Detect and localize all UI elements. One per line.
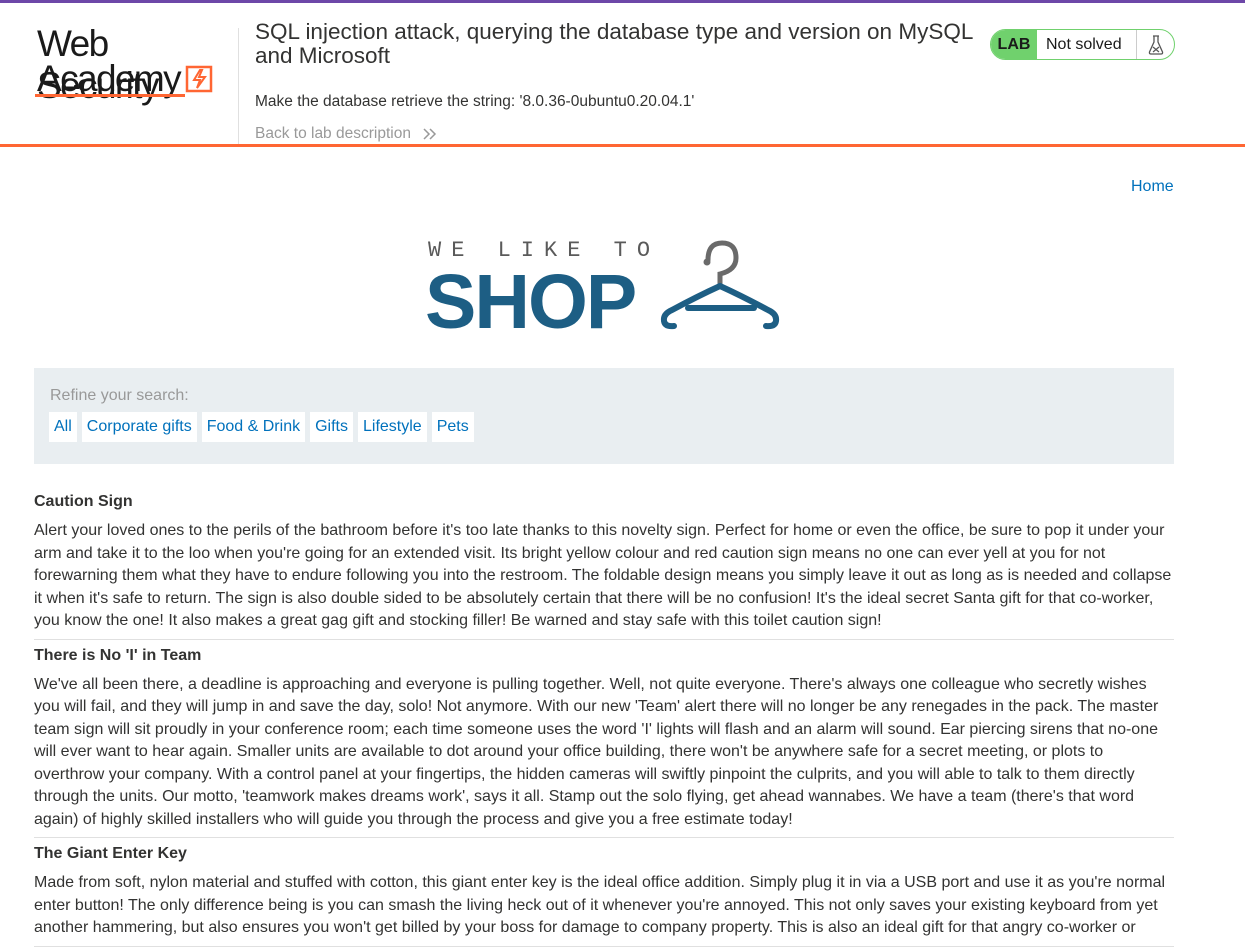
logo-bolt-icon [185, 65, 213, 93]
flask-icon [1137, 30, 1174, 59]
double-chevron-right-icon [423, 128, 437, 140]
product-title: Caution Sign [34, 493, 133, 510]
filter-lifestyle[interactable]: Lifestyle [357, 412, 427, 442]
web-security-academy-logo[interactable]: Web Security Academy [35, 23, 235, 106]
filter-pets[interactable]: Pets [431, 412, 474, 442]
hanger-icon [660, 240, 780, 330]
logo-underline [35, 94, 185, 97]
filter-panel: Refine your search: All Corporate gifts … [34, 368, 1174, 464]
shop-name: SHOP [425, 259, 637, 345]
filter-all[interactable]: All [49, 412, 77, 442]
lab-status-widget: LAB Not solved [990, 29, 1175, 60]
lab-header: Web Security Academy SQL injection attac… [0, 3, 1245, 147]
header-bottom-border [0, 144, 1245, 147]
shop-logo: WE LIKE TO SHOP [425, 238, 788, 342]
filter-food-drink[interactable]: Food & Drink [201, 412, 306, 442]
product-description: Alert your loved ones to the perils of t… [34, 522, 1172, 629]
lab-status-text: Not solved [1037, 30, 1137, 59]
product-title: The Giant Enter Key [34, 845, 187, 862]
home-link[interactable]: Home [1131, 178, 1174, 196]
category-filter-list: All Corporate gifts Food & Drink Gifts L… [49, 412, 474, 442]
product-item: Caution Sign Alert your loved ones to th… [34, 490, 1174, 640]
lab-badge: LAB [991, 30, 1037, 59]
product-description: We've all been there, a deadline is appr… [34, 675, 1159, 828]
product-item: The Giant Enter Key Made from soft, nylo… [34, 838, 1174, 947]
header-divider [238, 28, 239, 147]
product-description: Made from soft, nylon material and stuff… [34, 874, 1166, 936]
back-link-label: Back to lab description [255, 125, 411, 142]
product-item: There is No 'I' in Team We've all been t… [34, 640, 1174, 838]
filter-label: Refine your search: [50, 387, 189, 404]
filter-gifts[interactable]: Gifts [310, 412, 353, 442]
product-list: Caution Sign Alert your loved ones to th… [34, 490, 1174, 947]
filter-corporate-gifts[interactable]: Corporate gifts [81, 412, 197, 442]
lab-title: SQL injection attack, querying the datab… [255, 19, 973, 68]
lab-goal: Make the database retrieve the string: '… [255, 93, 695, 110]
product-title: There is No 'I' in Team [34, 646, 202, 664]
back-to-lab-description-link[interactable]: Back to lab description [255, 125, 437, 143]
